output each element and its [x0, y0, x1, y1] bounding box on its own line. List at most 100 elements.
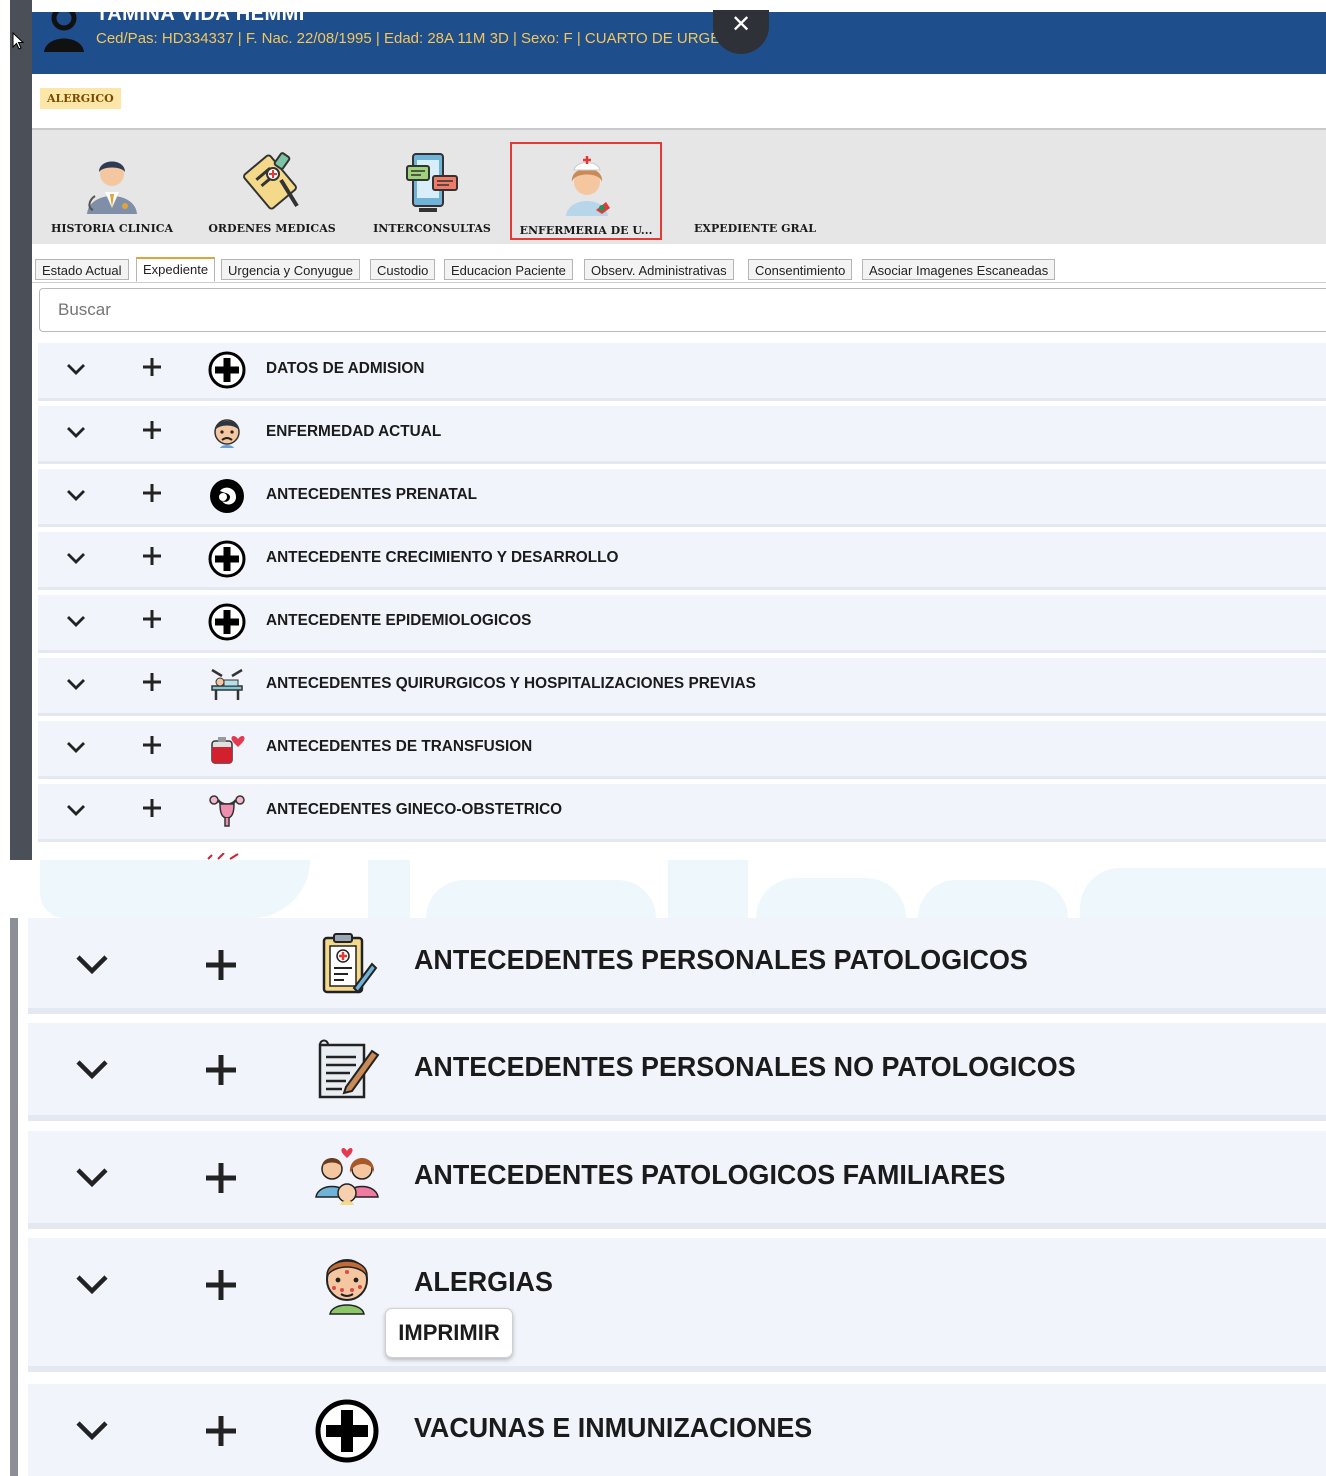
left-edge: [0, 0, 10, 860]
baby-belly-icon: [210, 479, 244, 513]
section-label: ANTECEDENTES PRENATAL: [266, 486, 478, 503]
plus-icon[interactable]: [142, 420, 162, 440]
patient-name: TAMINA VIDA HEMMI: [96, 12, 305, 25]
section-row[interactable]: ANTECEDENTE EPIDEMIOLOGICOS: [38, 595, 1326, 653]
tab-expediente[interactable]: Expediente: [136, 257, 216, 282]
section-row[interactable]: DATOS DE ADMISION: [38, 343, 1326, 401]
plus-icon[interactable]: [142, 546, 162, 566]
section-label: ENFERMEDAD ACTUAL: [266, 423, 442, 440]
patient-header: TAMINA VIDA HEMMI Ced/Pas: HD334337 | F.…: [32, 12, 1326, 74]
patient-avatar-icon: [44, 12, 84, 52]
plus-icon[interactable]: [142, 798, 162, 818]
section-label: ANTECEDENTES PERSONALES PATOLOGICOS: [414, 944, 1028, 975]
module-toolbar: HISTORIA CLINICA ORDENES MEDICAS INTERCO…: [32, 130, 1326, 244]
plus-icon[interactable]: [204, 1268, 238, 1302]
allergy-face-icon: [326, 1259, 368, 1315]
alert-row: ALERGICO: [32, 74, 1326, 130]
tab-custodio[interactable]: Custodio: [370, 259, 436, 280]
mouse-pointer-icon: [12, 32, 24, 50]
section-row[interactable]: ENFERMEDAD ACTUAL: [38, 406, 1326, 464]
bottom-panel: ANTECEDENTES PERSONALES PATOLOGICOS ANTE…: [0, 918, 1326, 1476]
chevron-down-icon[interactable]: [64, 420, 88, 444]
section-label: VACUNAS E INMUNIZACIONES: [414, 1412, 813, 1443]
chevron-down-icon[interactable]: [72, 1410, 112, 1450]
section-label: ANTECEDENTES PATOLOGICOS FAMILIARES: [414, 1159, 1006, 1190]
plus-circle-icon: [208, 540, 246, 578]
section-label: ANTECEDENTE EPIDEMIOLOGICOS: [266, 612, 532, 629]
section-label: ANTECEDENTE CRECIMIENTO Y DESARROLLO: [266, 549, 619, 566]
section-row[interactable]: ANTECEDENTE CRECIMIENTO Y DESARROLLO: [38, 532, 1326, 590]
module-enfermeria[interactable]: ENFERMERIA DE U...: [510, 142, 662, 240]
plus-circle-icon: [208, 603, 246, 641]
module-historia-clinica[interactable]: HISTORIA CLINICA: [42, 130, 182, 242]
section-label: ANTECEDENTES QUIRURGICOS Y HOSPITALIZACI…: [266, 675, 756, 692]
tab-urgencia-y-conyugue[interactable]: Urgencia y Conyugue: [221, 259, 361, 280]
surgery-bed-icon: [211, 668, 243, 700]
uterus-icon: [209, 795, 245, 827]
section-label: ANTECEDENTES DE TRANSFUSION: [266, 738, 533, 755]
section-label: ANTECEDENTES PERSONALES NO PATOLOGICOS: [414, 1051, 1076, 1082]
chevron-down-icon[interactable]: [72, 1049, 112, 1089]
left-scroll-bar: [10, 0, 32, 860]
plus-icon[interactable]: [204, 948, 238, 982]
section-row[interactable]: ALERGIAS: [28, 1238, 1326, 1372]
section-row[interactable]: ANTECEDENTES PRENATAL: [38, 469, 1326, 527]
module-interconsultas[interactable]: INTERCONSULTAS: [362, 130, 502, 242]
search-input[interactable]: [39, 288, 1326, 332]
plus-icon[interactable]: [204, 1053, 238, 1087]
module-ordenes-medicas[interactable]: ORDENES MEDICAS: [197, 130, 347, 242]
module-expediente-gral[interactable]: EXPEDIENTE GRAL: [680, 130, 830, 242]
chevron-down-icon[interactable]: [72, 1264, 112, 1304]
consult-devices-icon: [406, 153, 458, 212]
faded-background: [0, 860, 1326, 918]
print-button[interactable]: IMPRIMIR: [385, 1308, 513, 1358]
plus-icon[interactable]: [204, 1161, 238, 1195]
plus-icon[interactable]: [142, 483, 162, 503]
section-label: DATOS DE ADMISION: [266, 360, 425, 377]
plus-icon[interactable]: [142, 357, 162, 377]
top-panel: TAMINA VIDA HEMMI Ced/Pas: HD334337 | F.…: [0, 0, 1326, 860]
chevron-down-icon[interactable]: [64, 546, 88, 570]
tab-estado-actual[interactable]: Estado Actual: [35, 259, 129, 280]
patient-info: Ced/Pas: HD334337 | F. Nac. 22/08/1995 |…: [96, 30, 757, 47]
tab-bar: Estado Actual Expediente Urgencia y Cony…: [32, 256, 1326, 283]
partial-row-icon: [207, 853, 239, 860]
doctor-icon: [87, 161, 137, 214]
section-row[interactable]: ANTECEDENTES QUIRURGICOS Y HOSPITALIZACI…: [38, 658, 1326, 716]
chevron-down-icon[interactable]: [72, 1157, 112, 1197]
section-row[interactable]: ANTECEDENTES DE TRANSFUSION: [38, 721, 1326, 779]
plus-circle-icon: [315, 1399, 379, 1463]
plus-icon[interactable]: [142, 735, 162, 755]
module-label: HISTORIA CLINICA: [50, 222, 174, 235]
notes-pencil-icon: [318, 1039, 380, 1099]
chevron-down-icon[interactable]: [64, 798, 88, 822]
chevron-down-icon[interactable]: [64, 609, 88, 633]
module-label: EXPEDIENTE GRAL: [694, 222, 816, 235]
chevron-down-icon[interactable]: [64, 672, 88, 696]
prescription-pen-icon: [243, 152, 299, 210]
section-label: ANTECEDENTES GINECO-OBSTETRICO: [266, 801, 563, 818]
allergy-alert-badge: ALERGICO: [40, 88, 121, 109]
chevron-down-icon[interactable]: [64, 357, 88, 381]
tab-asociar-imagenes[interactable]: Asociar Imagenes Escaneadas: [862, 259, 1056, 280]
family-icon: [315, 1148, 379, 1205]
plus-icon[interactable]: [142, 609, 162, 629]
chevron-down-icon[interactable]: [72, 944, 112, 984]
section-row[interactable]: ANTECEDENTES GINECO-OBSTETRICO: [38, 784, 1326, 842]
tab-educacion-paciente[interactable]: Educacion Paciente: [444, 259, 573, 280]
module-label: ORDENES MEDICAS: [208, 222, 336, 235]
plus-icon[interactable]: [142, 672, 162, 692]
section-row[interactable]: VACUNAS E INMUNIZACIONES: [28, 1384, 1326, 1476]
tab-observ-administrativas[interactable]: Observ. Administrativas: [584, 259, 734, 280]
plus-circle-icon: [208, 351, 246, 389]
chevron-down-icon[interactable]: [64, 735, 88, 759]
section-row[interactable]: ANTECEDENTES PATOLOGICOS FAMILIARES: [28, 1131, 1326, 1229]
chevron-down-icon[interactable]: [64, 483, 88, 507]
plus-icon[interactable]: [204, 1414, 238, 1448]
section-row[interactable]: ANTECEDENTES PERSONALES NO PATOLOGICOS: [28, 1023, 1326, 1121]
module-label: ENFERMERIA DE U...: [519, 224, 653, 237]
tab-consentimiento[interactable]: Consentimiento: [748, 259, 853, 280]
section-row[interactable]: ANTECEDENTES PERSONALES PATOLOGICOS: [28, 918, 1326, 1014]
medical-clipboard-icon: [322, 933, 378, 994]
sick-person-icon: [214, 419, 240, 448]
